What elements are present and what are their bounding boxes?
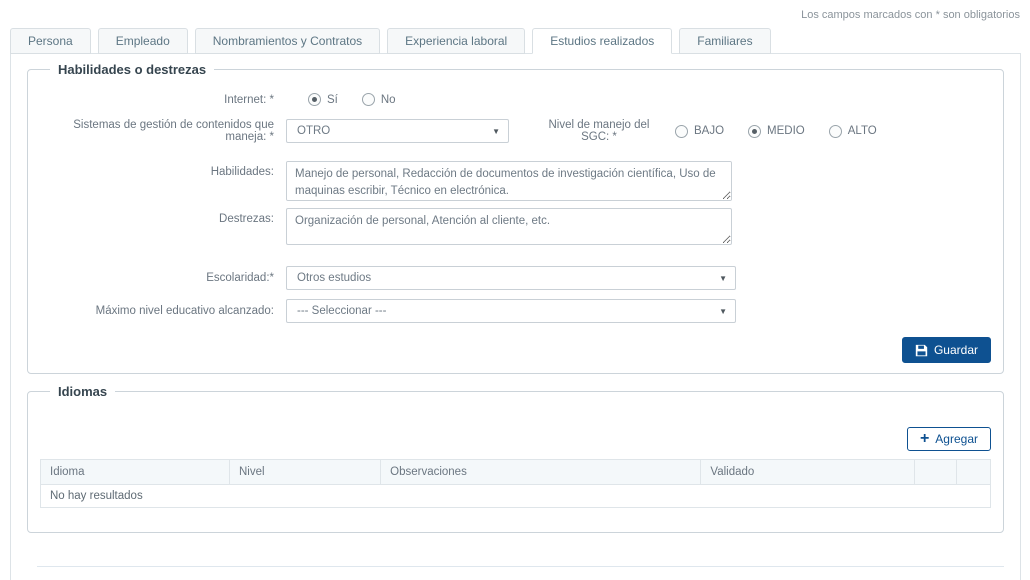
cms-select[interactable]: OTRO xyxy=(286,119,509,143)
internet-row: Internet: * Sí No xyxy=(40,93,991,106)
column-header-nivel: Nivel xyxy=(229,460,380,485)
dropdown-arrow-icon xyxy=(719,272,727,284)
radio-unchecked-icon[interactable] xyxy=(362,93,375,106)
sgc-level-radio-group: BAJO MEDIO ALTO xyxy=(675,125,877,138)
sgc-option-medio[interactable]: MEDIO xyxy=(748,125,805,138)
languages-legend: Idiomas xyxy=(50,384,115,399)
column-header-validado: Validado xyxy=(701,460,915,485)
add-language-button-label: Agregar xyxy=(935,432,978,446)
escolaridad-label: Escolaridad:* xyxy=(40,272,286,284)
escolaridad-select[interactable]: Otros estudios xyxy=(286,266,736,290)
column-header-observaciones: Observaciones xyxy=(381,460,701,485)
languages-table-header-row: Idioma Nivel Observaciones Validado xyxy=(41,460,991,485)
internet-option-si-label: Sí xyxy=(327,94,338,106)
column-header-idioma: Idioma xyxy=(41,460,230,485)
languages-fieldset: Idiomas Agregar Idioma Nivel Observacion… xyxy=(27,384,1004,533)
add-language-button[interactable]: Agregar xyxy=(907,427,991,451)
cms-label: Sistemas de gestión de contenidos que ma… xyxy=(40,119,286,143)
dropdown-arrow-icon xyxy=(492,125,500,137)
sgc-level-label: Nivel de manejo del SGC: * xyxy=(537,119,661,143)
tab-persona[interactable]: Persona xyxy=(10,28,91,54)
sgc-option-alto-label: ALTO xyxy=(848,125,877,137)
habilidades-row: Habilidades: Manejo de personal, Redacci… xyxy=(40,161,991,201)
tab-content-panel: Habilidades o destrezas Internet: * Sí N… xyxy=(10,53,1021,580)
sgc-option-alto[interactable]: ALTO xyxy=(829,125,877,138)
tab-familiares[interactable]: Familiares xyxy=(679,28,770,54)
internet-label: Internet: * xyxy=(40,94,286,106)
destrezas-label: Destrezas: xyxy=(40,208,286,225)
max-level-row: Máximo nivel educativo alcanzado: --- Se… xyxy=(40,299,991,323)
dropdown-arrow-icon xyxy=(719,305,727,317)
radio-checked-icon[interactable] xyxy=(748,125,761,138)
skills-legend: Habilidades o destrezas xyxy=(50,62,214,77)
languages-table: Idioma Nivel Observaciones Validado No h… xyxy=(40,459,991,508)
column-header-empty-2 xyxy=(957,460,991,485)
empty-results-message: No hay resultados xyxy=(41,485,991,508)
max-level-select-value: --- Seleccionar --- xyxy=(297,305,386,317)
max-level-label: Máximo nivel educativo alcanzado: xyxy=(40,305,286,317)
tab-nombramientos-y-contratos[interactable]: Nombramientos y Contratos xyxy=(195,28,380,54)
save-button-label: Guardar xyxy=(934,343,978,357)
destrezas-textarea[interactable]: Organización de personal, Atención al cl… xyxy=(286,208,732,245)
tab-bar: Persona Empleado Nombramientos y Contrat… xyxy=(10,28,771,54)
max-level-select[interactable]: --- Seleccionar --- xyxy=(286,299,736,323)
next-section-divider xyxy=(37,566,1004,567)
habilidades-label: Habilidades: xyxy=(40,161,286,178)
languages-actions: Agregar xyxy=(40,427,991,451)
tab-estudios-realizados[interactable]: Estudios realizados xyxy=(532,28,672,54)
skills-actions: Guardar xyxy=(40,337,991,363)
save-button[interactable]: Guardar xyxy=(902,337,991,363)
destrezas-row: Destrezas: Organización de personal, Ate… xyxy=(40,208,991,245)
sgc-option-bajo-label: BAJO xyxy=(694,125,724,137)
sgc-option-bajo[interactable]: BAJO xyxy=(675,125,724,138)
skills-fieldset: Habilidades o destrezas Internet: * Sí N… xyxy=(27,62,1004,374)
table-row: No hay resultados xyxy=(41,485,991,508)
plus-icon xyxy=(920,432,929,446)
cms-select-value: OTRO xyxy=(297,125,330,137)
internet-option-si[interactable]: Sí xyxy=(308,93,338,106)
radio-unchecked-icon[interactable] xyxy=(675,125,688,138)
escolaridad-select-value: Otros estudios xyxy=(297,272,371,284)
save-icon xyxy=(915,344,928,357)
column-header-empty-1 xyxy=(915,460,957,485)
radio-checked-icon[interactable] xyxy=(308,93,321,106)
required-fields-note: Los campos marcados con * son obligatori… xyxy=(801,9,1020,21)
tab-empleado[interactable]: Empleado xyxy=(98,28,188,54)
habilidades-textarea[interactable]: Manejo de personal, Redacción de documen… xyxy=(286,161,732,201)
tab-experiencia-laboral[interactable]: Experiencia laboral xyxy=(387,28,525,54)
internet-option-no[interactable]: No xyxy=(362,93,396,106)
escolaridad-row: Escolaridad:* Otros estudios xyxy=(40,266,991,290)
sgc-option-medio-label: MEDIO xyxy=(767,125,805,137)
internet-radio-group: Sí No xyxy=(286,93,396,106)
cms-sgc-row: Sistemas de gestión de contenidos que ma… xyxy=(40,119,991,143)
internet-option-no-label: No xyxy=(381,94,396,106)
radio-unchecked-icon[interactable] xyxy=(829,125,842,138)
